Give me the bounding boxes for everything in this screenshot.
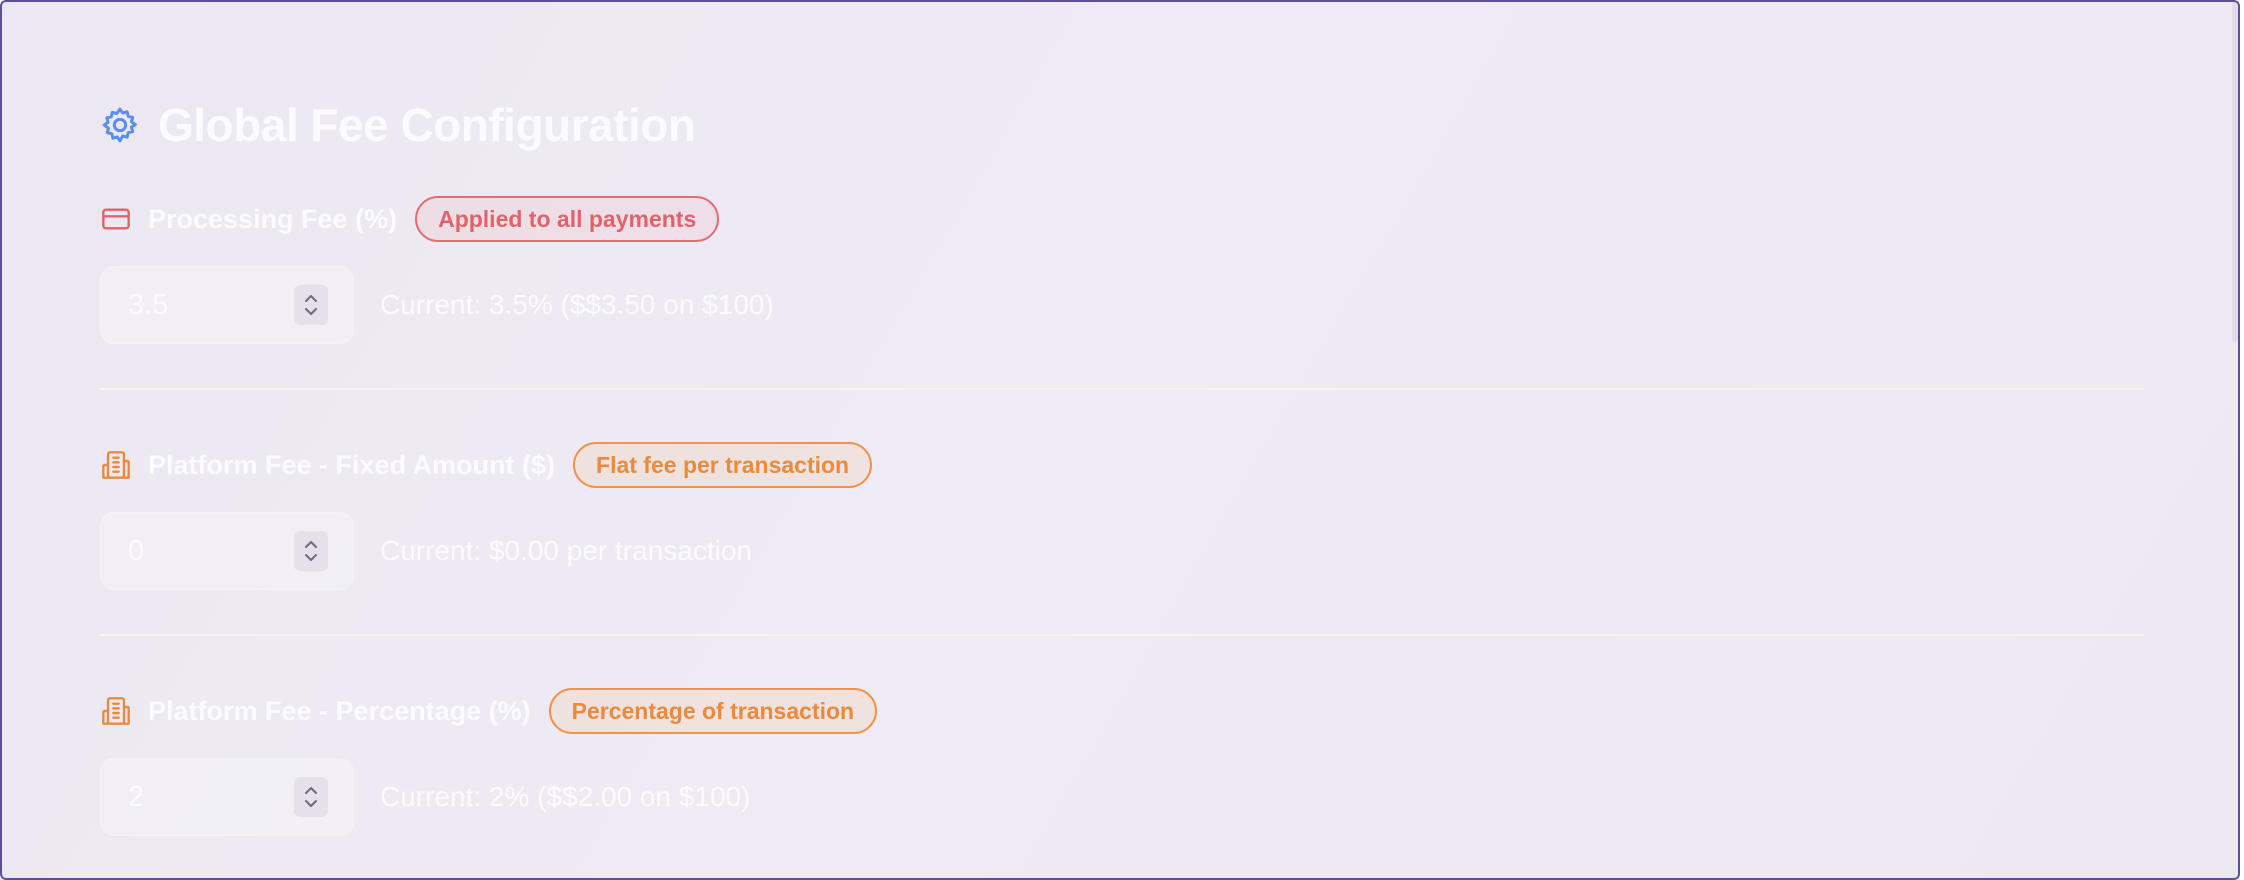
platform-fixed-fee-badge: Flat fee per transaction [573, 442, 873, 488]
processing-fee-current: Current: 3.5% ($$3.50 on $100) [380, 289, 774, 320]
fee-config-panel: Global Fee Configuration Processing Fee … [0, 0, 2240, 880]
platform-fixed-fee-stepper[interactable] [294, 531, 328, 571]
platform-percentage-fee-label: Platform Fee - Percentage (%) [148, 695, 531, 726]
platform-fixed-fee-label: Platform Fee - Fixed Amount ($) [148, 449, 556, 480]
processing-fee-label: Processing Fee (%) [148, 203, 398, 234]
platform-fixed-fee-section: Platform Fee - Fixed Amount ($) Flat fee… [100, 442, 873, 590]
platform-fixed-fee-value: 0 [128, 534, 145, 567]
building-icon [100, 449, 132, 481]
platform-percentage-fee-stepper[interactable] [294, 777, 328, 817]
platform-percentage-fee-input[interactable]: 2 [100, 758, 354, 836]
credit-card-icon [100, 203, 132, 235]
scrollbar[interactable] [2232, 2, 2238, 342]
platform-percentage-fee-value: 2 [128, 780, 145, 813]
divider [100, 634, 2144, 636]
platform-percentage-fee-section: Platform Fee - Percentage (%) Percentage… [100, 688, 878, 836]
page-header: Global Fee Configuration [100, 98, 696, 152]
page-title: Global Fee Configuration [158, 99, 696, 151]
processing-fee-stepper[interactable] [294, 285, 328, 325]
processing-fee-value: 3.5 [128, 288, 169, 321]
processing-fee-section: Processing Fee (%) Applied to all paymen… [100, 196, 774, 344]
platform-percentage-fee-current: Current: 2% ($$2.00 on $100) [380, 781, 751, 812]
processing-fee-input[interactable]: 3.5 [100, 266, 354, 344]
divider [100, 388, 2144, 390]
platform-fixed-fee-current: Current: $0.00 per transaction [380, 535, 752, 566]
platform-fixed-fee-input[interactable]: 0 [100, 512, 354, 590]
platform-percentage-fee-badge: Percentage of transaction [548, 688, 878, 734]
gear-icon [100, 105, 140, 145]
building-icon [100, 695, 132, 727]
processing-fee-badge: Applied to all payments [415, 196, 720, 242]
